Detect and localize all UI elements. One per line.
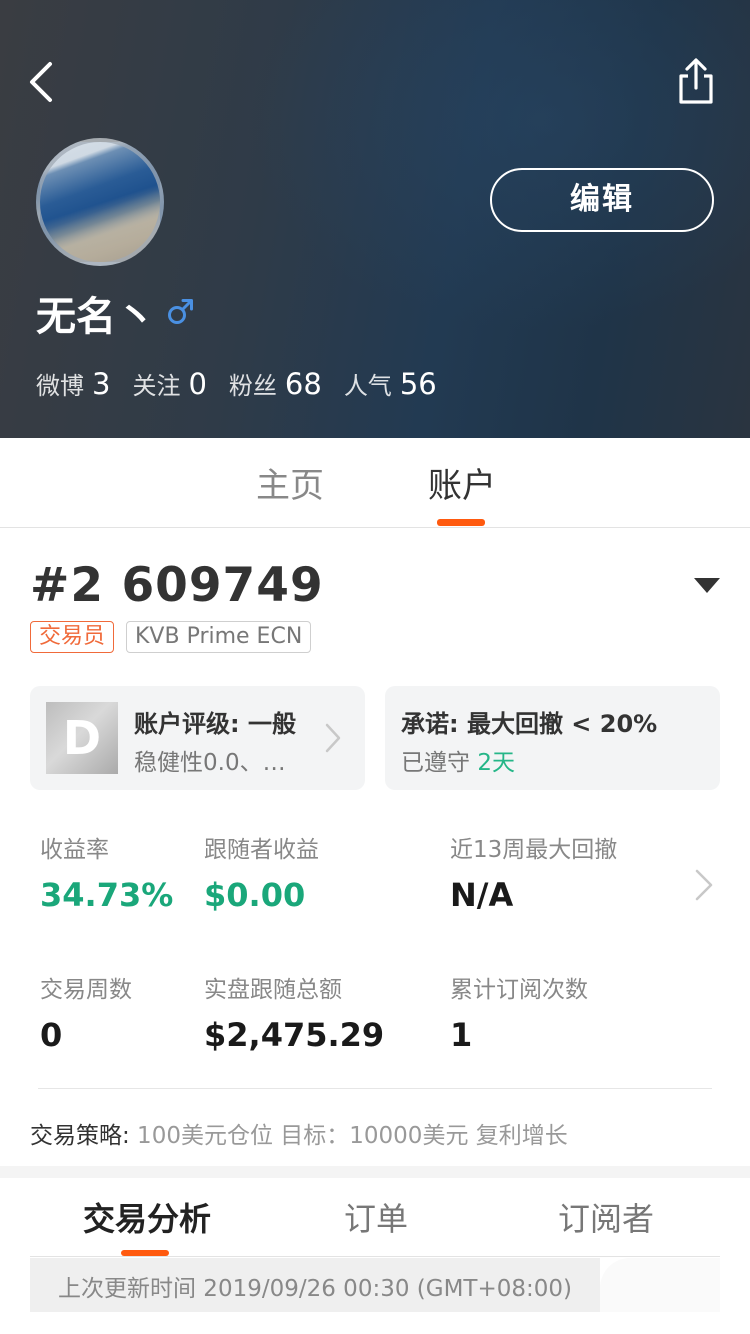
stat-label: 微博 xyxy=(36,372,84,400)
active-subtab-indicator xyxy=(121,1250,169,1256)
male-gender-icon xyxy=(168,299,193,324)
stat-value[interactable]: 68 xyxy=(285,367,322,401)
metric-label-max-drawdown: 近13周最大回撤 xyxy=(450,837,618,863)
profile-stats: 微博 3 关注 0 粉丝 68 人气 56 xyxy=(36,366,459,410)
tab-orders[interactable]: 订单 xyxy=(344,1194,408,1240)
active-tab-indicator xyxy=(437,519,485,526)
strategy-label: 交易策略: xyxy=(30,1123,130,1149)
metric-value-return: 34.73% xyxy=(40,876,174,914)
username: 无名丶 xyxy=(36,294,156,340)
promise-title: 承诺: 最大回撤 < 20% xyxy=(401,710,658,738)
metric-label-return: 收益率 xyxy=(40,837,109,863)
promise-card[interactable]: 承诺: 最大回撤 < 20% 已遵守 2天 xyxy=(385,686,720,790)
divider xyxy=(38,1088,712,1089)
stat-value[interactable]: 3 xyxy=(92,367,110,401)
promise-days: 2天 xyxy=(477,750,515,776)
rating-subtitle: 稳健性0.0、… xyxy=(134,750,286,776)
tab-home[interactable]: 主页 xyxy=(256,458,324,507)
chevron-right-icon[interactable] xyxy=(692,868,716,902)
metric-value-follower-profit: $0.00 xyxy=(204,876,306,914)
avatar[interactable] xyxy=(36,138,164,266)
promise-subtitle-prefix: 已遵守 xyxy=(401,750,470,776)
last-update-text: 上次更新时间 2019/09/26 00:30 (GMT+08:00) xyxy=(58,1276,572,1302)
tab-account[interactable]: 账户 xyxy=(428,458,496,507)
account-rating-card[interactable]: D 账户评级: 一般 稳健性0.0、… xyxy=(30,686,365,790)
grade-badge: D xyxy=(46,702,118,774)
profile-header: 编辑 无名丶 微博 3 关注 0 粉丝 68 人气 56 xyxy=(0,0,750,438)
rating-title: 账户评级: 一般 xyxy=(134,710,296,738)
share-icon[interactable] xyxy=(674,56,718,106)
stat-label: 粉丝 xyxy=(228,372,277,400)
metric-value-max-drawdown: N/A xyxy=(450,876,514,914)
stat-value[interactable]: 0 xyxy=(188,367,206,401)
role-tag: 交易员 xyxy=(30,621,115,653)
metric-label-subscriptions: 累计订阅次数 xyxy=(450,977,588,1003)
strategy-value: 100美元仓位 目标：10000美元 复利增长 xyxy=(129,1123,568,1149)
account-number: #2 609749 xyxy=(30,558,324,613)
metric-label-trade-weeks: 交易周数 xyxy=(40,977,132,1003)
metric-label-follower-profit: 跟随者收益 xyxy=(204,837,319,863)
trading-strategy: 交易策略: 100美元仓位 目标：10000美元 复利增长 xyxy=(30,1116,568,1150)
stat-label: 关注 xyxy=(132,372,181,400)
metric-value-trade-weeks: 0 xyxy=(40,1016,63,1054)
chevron-left-icon[interactable] xyxy=(22,58,62,106)
panel-corner xyxy=(600,1258,720,1312)
main-tab-bar: 主页 账户 xyxy=(0,438,750,528)
tab-subscribers[interactable]: 订阅者 xyxy=(558,1194,654,1240)
promise-subtitle: 已遵守 2天 xyxy=(401,743,515,777)
metric-value-follow-total: $2,475.29 xyxy=(204,1016,385,1054)
chevron-right-icon xyxy=(325,723,341,753)
edit-button[interactable]: 编辑 xyxy=(490,168,714,232)
stat-value: 56 xyxy=(399,367,437,401)
sub-tab-bar: 交易分析 订单 订阅者 xyxy=(30,1178,720,1257)
section-gap xyxy=(0,1166,750,1178)
dropdown-caret-icon[interactable] xyxy=(694,578,720,593)
stat-label: 人气 xyxy=(343,372,392,400)
platform-tag: KVB Prime ECN xyxy=(126,621,312,653)
tab-trade-analysis[interactable]: 交易分析 xyxy=(83,1194,211,1240)
last-update-bar: 上次更新时间 2019/09/26 00:30 (GMT+08:00) xyxy=(30,1258,600,1312)
metric-label-follow-total: 实盘跟随总额 xyxy=(204,977,342,1003)
metric-value-subscriptions: 1 xyxy=(450,1016,473,1054)
